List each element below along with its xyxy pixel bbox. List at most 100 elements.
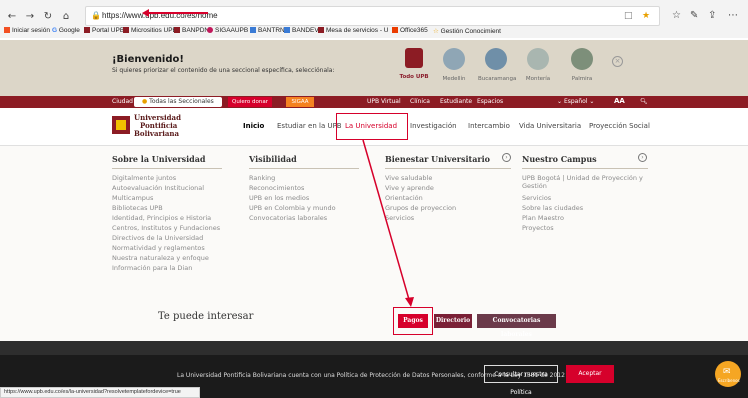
utility-bar: Ciudad ● Todas las Seccionales Quiero do… bbox=[0, 96, 748, 108]
divider bbox=[249, 168, 359, 169]
font-size-toggle[interactable]: AA bbox=[614, 97, 625, 105]
campus-monteria[interactable]: Montería bbox=[520, 48, 556, 82]
bookmark-item[interactable]: SIGAAUPB bbox=[207, 27, 248, 34]
status-bar-url: https://www.upb.edu.co/es/la-universidad… bbox=[0, 387, 200, 398]
chip-directorio[interactable]: Directorio bbox=[434, 314, 472, 328]
menu-link[interactable]: Directivos de la Universidad bbox=[112, 234, 203, 242]
upb-logo-text[interactable]: Universidad Pontificia Bolivariana bbox=[134, 114, 181, 138]
more-icon[interactable]: ⋯ bbox=[728, 10, 738, 21]
interest-title: Te puede interesar bbox=[158, 311, 254, 322]
policy-button[interactable]: Consultar nuestra Política bbox=[484, 365, 558, 396]
menu-link[interactable]: Vive y aprende bbox=[385, 184, 434, 192]
menu-link[interactable]: UPB en Colombia y mundo bbox=[249, 204, 336, 212]
campus-bucaramanga[interactable]: Bucaramanga bbox=[478, 48, 516, 82]
menu-link[interactable]: UPB en los medios bbox=[249, 194, 309, 202]
welcome-header: ¡Bienvenido! Si quieres priorizar el con… bbox=[0, 40, 748, 96]
menu-link[interactable]: Normatividad y reglamentos bbox=[112, 244, 205, 252]
menu-link[interactable]: Plan Maestro bbox=[522, 214, 564, 222]
image-icon bbox=[250, 27, 256, 33]
seccional-select[interactable]: ● Todas las Seccionales bbox=[134, 97, 222, 107]
menu-link[interactable]: Vive saludable bbox=[385, 174, 432, 182]
menu-link[interactable]: Grupos de proyeccion bbox=[385, 204, 456, 212]
chip-convocatorias[interactable]: Convocatorias laborales bbox=[477, 314, 556, 338]
menu-link[interactable]: Sobre las ciudades bbox=[522, 204, 583, 212]
bookmarks-bar: Iniciar sesión G Google Portal UPB Micro… bbox=[0, 26, 748, 38]
menu-link[interactable]: Proyectos bbox=[522, 224, 554, 232]
upb-icon bbox=[174, 27, 180, 33]
nav-vida-universitaria[interactable]: Vida Universitaria bbox=[519, 122, 581, 130]
link-espacios[interactable]: Espacios bbox=[477, 98, 503, 105]
sigaa-icon bbox=[207, 27, 213, 33]
column-title: Sobre la Universidad bbox=[112, 154, 206, 164]
menu-link[interactable]: Centros, Institutos y Fundaciones bbox=[112, 224, 220, 232]
chat-button[interactable]: ✉ Escríbenos bbox=[715, 361, 741, 387]
nav-proyeccion-social[interactable]: Proyección Social bbox=[589, 122, 650, 130]
bookmark-item[interactable]: ☆ Gestión Conocimient bbox=[433, 27, 501, 35]
menu-link[interactable]: Información para la Dian bbox=[112, 264, 192, 272]
bookmark-item[interactable]: G Google bbox=[52, 27, 80, 34]
donate-button[interactable]: Quiero donar bbox=[228, 97, 272, 107]
reader-icon[interactable]: □ bbox=[624, 11, 633, 21]
link-clinica[interactable]: Clínica bbox=[410, 98, 430, 105]
menu-link[interactable]: Digitalmente juntos bbox=[112, 174, 176, 182]
chevron-right-icon[interactable]: › bbox=[502, 153, 511, 162]
menu-link[interactable]: Reconocimientos bbox=[249, 184, 304, 192]
welcome-title: ¡Bienvenido! bbox=[112, 54, 184, 65]
campus-photo bbox=[443, 48, 465, 70]
menu-link[interactable]: Multicampus bbox=[112, 194, 153, 202]
nav-estudiar[interactable]: Estudiar en la UPB bbox=[277, 122, 342, 130]
back-icon[interactable]: ← bbox=[6, 11, 18, 23]
image-icon bbox=[284, 27, 290, 33]
divider bbox=[522, 168, 648, 169]
office-icon bbox=[392, 27, 398, 33]
close-icon[interactable]: × bbox=[612, 56, 623, 67]
bookmark-item[interactable]: Mesa de servicios - U bbox=[318, 27, 389, 34]
bookmark-item[interactable]: BANDEV bbox=[284, 27, 319, 34]
lock-icon: 🔒 bbox=[91, 11, 101, 20]
sigaa-button[interactable]: SIGAA bbox=[286, 97, 314, 107]
menu-link[interactable]: Convocatorias laborales bbox=[249, 214, 327, 222]
nav-inicio[interactable]: Inicio bbox=[243, 122, 264, 130]
menu-link[interactable]: Servicios bbox=[385, 214, 414, 222]
campus-medellin[interactable]: Medellín bbox=[436, 48, 472, 82]
welcome-subtitle: Si quieres priorizar el contenido de una… bbox=[112, 67, 335, 74]
menu-link[interactable]: Autoevaluación Institucional bbox=[112, 184, 204, 192]
menu-link[interactable]: Identidad, Principios e Historia bbox=[112, 214, 211, 222]
search-icon[interactable]: 🔍︎ bbox=[640, 98, 648, 105]
bookmark-item[interactable]: Office365 bbox=[392, 27, 428, 34]
link-estudiante[interactable]: Estudiante bbox=[440, 98, 472, 105]
refresh-icon[interactable]: ↻ bbox=[42, 11, 54, 23]
forward-icon[interactable]: → bbox=[24, 11, 36, 23]
upb-logo-icon[interactable] bbox=[112, 116, 130, 134]
menu-link[interactable]: UPB Bogotá | Unidad de Proyección y Gest… bbox=[522, 174, 650, 190]
nav-intercambio[interactable]: Intercambio bbox=[468, 122, 510, 130]
accept-button[interactable]: Aceptar bbox=[566, 365, 614, 383]
bookmark-item[interactable]: Portal UPB bbox=[84, 27, 124, 34]
share-icon[interactable]: ⇪ bbox=[708, 10, 716, 21]
language-select[interactable]: ⌄ Español ⌄ bbox=[557, 98, 594, 105]
annotation-box-nav bbox=[336, 113, 408, 140]
city-label: Ciudad bbox=[112, 98, 133, 105]
menu-link[interactable]: Orientación bbox=[385, 194, 423, 202]
menu-link[interactable]: Nuestra naturaleza y enfoque bbox=[112, 254, 209, 262]
favorite-star-icon[interactable]: ★ bbox=[642, 11, 650, 21]
menu-link[interactable]: Ranking bbox=[249, 174, 275, 182]
bookmark-item[interactable]: BANTRN bbox=[250, 27, 285, 34]
bookmark-item[interactable]: BANPDN bbox=[174, 27, 209, 34]
campus-photo bbox=[527, 48, 549, 70]
link-upb-virtual[interactable]: UPB Virtual bbox=[367, 98, 401, 105]
campus-todo-upb[interactable]: Todo UPB bbox=[396, 48, 432, 80]
pen-icon[interactable]: ✎ bbox=[690, 10, 698, 21]
column-title: Nuestro Campus bbox=[522, 154, 597, 164]
nav-investigacion[interactable]: Investigación bbox=[410, 122, 457, 130]
bookmark-item[interactable]: Micrositios UPB bbox=[123, 27, 177, 34]
menu-link[interactable]: Servicios bbox=[522, 194, 551, 202]
chevron-down-icon: ⌄ bbox=[557, 98, 564, 105]
menu-link[interactable]: Bibliotecas UPB bbox=[112, 204, 163, 212]
bookmark-item[interactable]: Iniciar sesión bbox=[4, 27, 50, 34]
chevron-right-icon[interactable]: › bbox=[638, 153, 647, 162]
favorites-icon[interactable]: ☆ bbox=[672, 10, 681, 21]
address-bar[interactable]: 🔒 https://www.upb.edu.co/es/home □ ★ bbox=[85, 6, 660, 26]
home-icon[interactable]: ⌂ bbox=[60, 11, 72, 23]
campus-palmira[interactable]: Palmira bbox=[564, 48, 600, 82]
